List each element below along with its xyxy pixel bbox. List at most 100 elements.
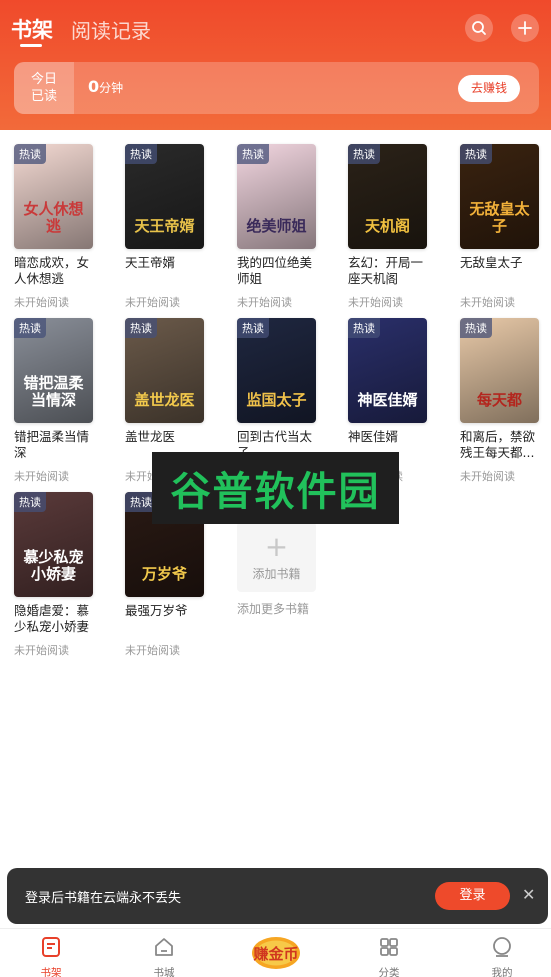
hot-read-badge: 热读	[237, 318, 269, 338]
tab-label: 书城	[153, 967, 175, 977]
today-label-line1: 今日	[30, 72, 57, 87]
book-cover[interactable]: 热读监国太子	[237, 318, 316, 423]
book-item[interactable]: 热读 错把温柔当情深 错把温柔当情深 未开始阅读	[14, 318, 114, 484]
today-reading-card: 今日 已读 0分钟 去赚钱	[14, 62, 539, 114]
plus-icon: +	[264, 529, 289, 563]
tab-bookshelf-nav[interactable]: 书架	[21, 929, 81, 977]
hot-read-badge: 热读	[348, 144, 380, 164]
book-cover[interactable]: 热读天王帝婿	[125, 144, 204, 249]
search-icon	[472, 21, 486, 35]
tab-label: 书架	[40, 967, 62, 977]
user-icon	[493, 937, 511, 957]
add-book-button[interactable]: + 添加书籍	[237, 522, 316, 592]
grid-icon	[380, 938, 398, 956]
search-button[interactable]	[465, 14, 493, 42]
add-book-tile[interactable]: + 添加书籍 添加更多书籍	[237, 522, 337, 617]
cover-title-art: 天机阁	[364, 217, 410, 235]
reading-status: 未开始阅读	[14, 470, 69, 483]
coin-icon: 赚金币	[252, 937, 300, 969]
hot-read-badge: 热读	[237, 144, 269, 164]
cover-title-art: 慕少私宠小娇妻	[23, 548, 84, 583]
cover-title-art: 女人休想逃	[23, 200, 84, 235]
tab-bookshelf[interactable]: 书架	[11, 14, 53, 44]
minutes-unit: 分钟	[99, 81, 124, 95]
close-icon[interactable]: ✕	[522, 885, 535, 904]
book-item[interactable]: 热读 天王帝婿 天王帝婿 未开始阅读	[125, 144, 225, 310]
book-cover[interactable]: 热读慕少私宠小娇妻	[14, 492, 93, 597]
hot-read-badge: 热读	[14, 492, 46, 512]
cover-title-art: 绝美师姐	[246, 217, 307, 235]
book-cover[interactable]: 热读女人休想逃	[14, 144, 93, 249]
header: 书架 阅读记录 今日 已读 0分钟 去赚钱	[0, 0, 551, 130]
hot-read-badge: 热读	[125, 144, 157, 164]
watermark-text: 谷普软件园	[170, 469, 381, 515]
reading-status: 未开始阅读	[348, 296, 403, 309]
book-item[interactable]: 热读 无敌皇太子 无敌皇太子 未开始阅读	[460, 144, 551, 310]
login-prompt-bar: 登录后书籍在云端永不丢失 登录 ✕	[7, 868, 548, 924]
book-cover[interactable]: 热读盖世龙医	[125, 318, 204, 423]
hot-read-badge: 热读	[348, 318, 380, 338]
book-cover[interactable]: 热读错把温柔当情深	[14, 318, 93, 423]
book-title: 最强万岁爷	[125, 603, 188, 618]
reading-status: 未开始阅读	[14, 296, 69, 309]
tab-category-nav[interactable]: 分类	[359, 929, 419, 977]
book-title: 天王帝婿	[125, 255, 176, 270]
book-cover[interactable]: 热读无敌皇太子	[460, 144, 539, 249]
book-item[interactable]: 热读 慕少私宠小娇妻 隐婚虐爱：慕少私宠小娇妻 未开始阅读	[14, 492, 114, 658]
today-label-line2: 已读	[30, 89, 57, 104]
book-title: 错把温柔当情深	[14, 429, 90, 460]
book-title: 无敌皇太子	[460, 255, 523, 270]
hot-read-badge: 热读	[460, 318, 492, 338]
book-title: 玄幻：开局一座天机阁	[348, 255, 424, 286]
cover-title-art: 每天都	[476, 391, 522, 409]
cover-title-art: 错把温柔当情深	[23, 374, 84, 409]
watermark-overlay: 谷普软件园	[152, 452, 399, 524]
add-button[interactable]	[511, 14, 539, 42]
reading-status: 未开始阅读	[125, 644, 180, 657]
today-read-label: 今日 已读	[14, 62, 74, 114]
book-cover[interactable]: 热读神医佳婿	[348, 318, 427, 423]
home-icon	[155, 938, 173, 956]
reading-status: 未开始阅读	[460, 470, 515, 483]
book-item[interactable]: 热读女人休想逃暗恋成欢，女人休想逃未开始阅读	[14, 144, 114, 310]
cover-title-art: 无敌皇太子	[469, 200, 530, 235]
cover-title-art: 万岁爷	[141, 565, 187, 583]
reading-status: 未开始阅读	[125, 296, 180, 309]
reading-status: 未开始阅读	[14, 644, 69, 657]
minutes-value: 0	[88, 77, 100, 96]
tab-profile-nav[interactable]: 我的	[472, 929, 532, 977]
cover-title-art: 盖世龙医	[134, 391, 195, 409]
book-title: 和离后，禁欲残王每天都...	[460, 429, 536, 460]
coin-tab-label: 赚金币	[252, 945, 298, 963]
add-more-books-label: 添加更多书籍	[237, 602, 310, 616]
book-cover[interactable]: 热读天机阁	[348, 144, 427, 249]
reading-status: 未开始阅读	[460, 296, 515, 309]
plus-icon	[518, 21, 532, 35]
book-cover[interactable]: 热读绝美师姐	[237, 144, 316, 249]
earn-money-button[interactable]: 去赚钱	[458, 75, 520, 102]
tab-bookstore-nav[interactable]: 书城	[134, 929, 194, 977]
add-book-label: 添加书籍	[252, 566, 301, 581]
book-item[interactable]: 热读天机阁玄幻：开局一座天机阁未开始阅读	[348, 144, 448, 310]
book-item[interactable]: 热读每天都和离后，禁欲残王每天都... 未开始阅读	[460, 318, 551, 484]
reading-minutes: 0分钟	[88, 77, 123, 96]
hot-read-badge: 热读	[460, 144, 492, 164]
tab-label: 我的	[491, 967, 513, 977]
tab-earn-coins-nav[interactable]: 赚金币	[248, 933, 304, 971]
book-title: 我的四位绝美师姐	[237, 255, 313, 286]
hot-read-badge: 热读	[125, 318, 157, 338]
reading-status: 未开始阅读	[237, 296, 292, 309]
tab-label: 分类	[378, 967, 400, 977]
book-cover[interactable]: 热读每天都	[460, 318, 539, 423]
book-title: 暗恋成欢，女人休想逃	[14, 255, 90, 286]
tab-reading-history[interactable]: 阅读记录	[71, 15, 151, 44]
hot-read-badge: 热读	[14, 318, 46, 338]
login-prompt-text: 登录后书籍在云端永不丢失	[25, 891, 182, 906]
bookshelf-icon	[42, 937, 60, 957]
book-item[interactable]: 热读绝美师姐我的四位绝美师姐未开始阅读	[237, 144, 337, 310]
login-button[interactable]: 登录	[435, 882, 510, 910]
cover-title-art: 天王帝婿	[134, 217, 195, 235]
cover-title-art: 神医佳婿	[357, 391, 418, 409]
hot-read-badge: 热读	[14, 144, 46, 164]
cover-title-art: 监国太子	[246, 391, 307, 409]
